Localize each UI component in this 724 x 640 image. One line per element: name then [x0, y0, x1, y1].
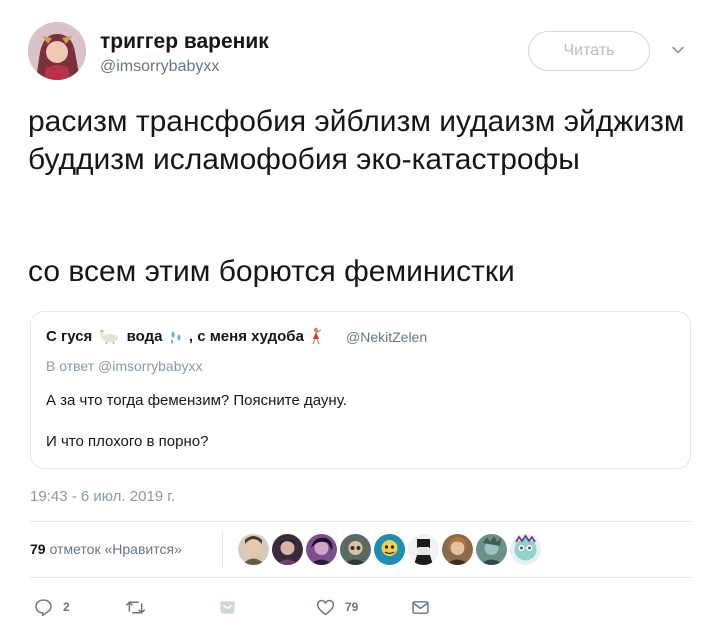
tweet-timestamp[interactable]: 19:43 - 6 июл. 2019 г. — [30, 488, 175, 505]
liker-avatar[interactable] — [408, 534, 439, 565]
direct-message-button[interactable] — [410, 595, 431, 619]
liker-avatar[interactable] — [340, 534, 371, 565]
follow-button[interactable]: Читать — [528, 31, 650, 71]
likes-summary[interactable]: 79 отметок «Нравится» — [30, 541, 182, 557]
envelope-icon — [412, 600, 429, 614]
liker-avatar[interactable] — [238, 534, 269, 565]
retweet-button[interactable] — [125, 595, 146, 619]
tweet-text-paragraph: расизм трансфобия эйблизм иудаизм эйджиз… — [28, 105, 685, 176]
divider — [222, 530, 223, 568]
liker-avatar[interactable] — [306, 534, 337, 565]
direct-message-share-button[interactable] — [217, 595, 238, 619]
likes-count: 79 — [30, 541, 46, 557]
heart-icon — [316, 599, 335, 615]
quoted-author-name-part: , с меня худоба — [188, 328, 304, 345]
avatar-image — [28, 22, 86, 80]
retweet-icon — [126, 601, 145, 613]
liker-avatar[interactable] — [272, 534, 303, 565]
quoted-author-handle[interactable]: @NekitZelen — [346, 329, 427, 345]
reply-button[interactable]: 2 — [33, 595, 70, 619]
reply-count: 2 — [63, 600, 70, 614]
tweet-card: триггер вареник @imsorrybabyxx Читать ра… — [0, 0, 724, 640]
quoted-author-name[interactable]: С гуся вода , с меня худоба — [46, 327, 324, 345]
like-count: 79 — [345, 600, 359, 614]
liker-avatar[interactable] — [442, 534, 473, 565]
inbox-icon — [220, 600, 235, 614]
liker-avatar[interactable] — [476, 534, 507, 565]
liker-avatar[interactable] — [510, 534, 541, 565]
quoted-text-line: И что плохого в порно? — [46, 433, 209, 450]
droplets-emoji-icon — [170, 331, 181, 344]
author-display-name[interactable]: триггер вареник — [100, 30, 269, 54]
tweet-actions: 2 79 — [0, 595, 724, 625]
author-avatar[interactable] — [28, 22, 86, 80]
quoted-reply-context[interactable]: В ответ @imsorrybabyxx — [46, 358, 202, 374]
divider — [30, 521, 691, 522]
quoted-tweet[interactable]: С гуся вода , с меня худоба @NekitZelen … — [30, 311, 691, 469]
goose-emoji-icon — [99, 330, 119, 344]
author-handle[interactable]: @imsorrybabyxx — [100, 58, 219, 76]
liker-avatar[interactable] — [374, 534, 405, 565]
quoted-text-line: А за что тогда фемензим? Поясните дауну. — [46, 392, 347, 409]
dancer-emoji-icon — [312, 327, 322, 344]
chevron-down-icon[interactable] — [670, 42, 686, 58]
quoted-author-name-part: вода — [126, 328, 163, 345]
quoted-author-name-part: С гуся — [46, 328, 93, 345]
likes-label: отметок «Нравится» — [49, 541, 182, 557]
like-button[interactable]: 79 — [315, 595, 358, 619]
reply-icon — [35, 598, 52, 616]
tweet-text-paragraph: со всем этим борются феминистки — [28, 255, 515, 288]
divider — [30, 577, 691, 578]
